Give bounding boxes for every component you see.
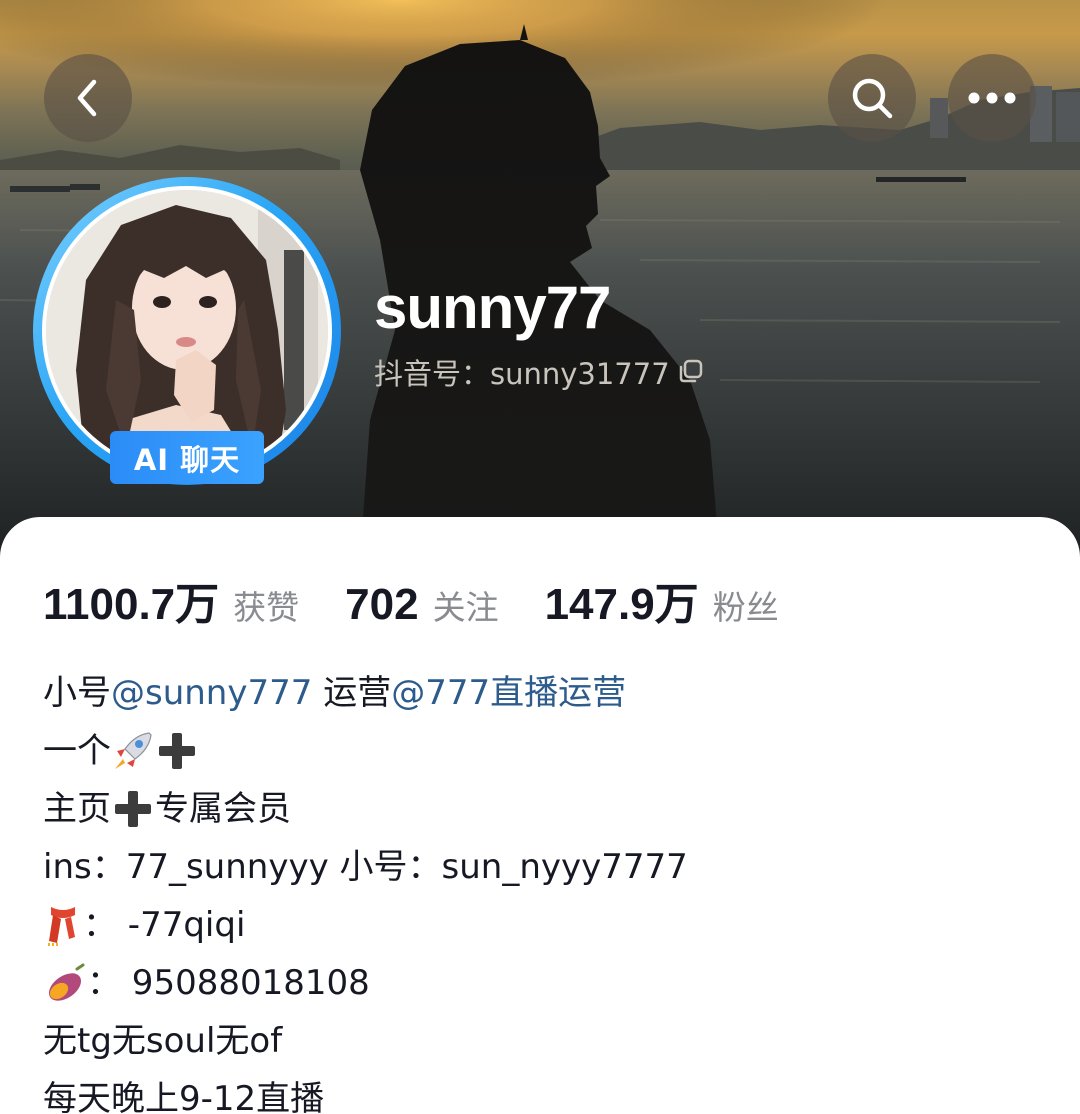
bio-line6-text: ： 95088018108 bbox=[87, 963, 370, 1003]
douyin-id-text: 抖音号：sunny31777 bbox=[374, 357, 670, 391]
bio-line-8: 每天晚上9-12直播 bbox=[43, 1079, 325, 1114]
more-dots-icon bbox=[968, 92, 1016, 104]
back-button[interactable] bbox=[44, 54, 132, 142]
scarf-icon bbox=[48, 907, 75, 946]
bio: 小号 @sunny777 运营 @777直播运营 一个 主页 专属会员 ins：… bbox=[43, 664, 1043, 1114]
sweet-potato-icon bbox=[48, 963, 85, 1001]
bio-line3-before: 主页 bbox=[43, 789, 111, 829]
bio-line-2: 一个 bbox=[43, 722, 1043, 780]
stat-likes-label: 获赞 bbox=[233, 588, 300, 627]
stat-followers[interactable]: 147.9万 粉丝 bbox=[545, 568, 779, 632]
avatar-photo bbox=[46, 190, 328, 472]
bio-line-1: 小号 @sunny777 运营 @777直播运营 bbox=[43, 664, 1043, 722]
bio-line3-after: 专属会员 bbox=[155, 789, 291, 829]
bio-line-4: ins：77_sunnyyy 小号：sun_nyyy7777 bbox=[43, 847, 688, 887]
stat-following[interactable]: 702 关注 bbox=[345, 580, 498, 630]
search-icon bbox=[852, 78, 893, 119]
chevron-left-icon bbox=[77, 79, 97, 117]
ai-chat-badge-label: AI 聊天 bbox=[133, 442, 241, 477]
more-button[interactable] bbox=[948, 54, 1036, 142]
stats-row: 1100.7万 获赞 702 关注 147.9万 粉丝 bbox=[43, 568, 779, 630]
rocket-icon bbox=[115, 732, 152, 769]
stat-following-label: 关注 bbox=[432, 588, 499, 627]
search-button[interactable] bbox=[828, 54, 916, 142]
bio-line-6: ： 95088018108 bbox=[43, 954, 1043, 1012]
ai-chat-badge[interactable]: AI 聊天 bbox=[110, 431, 264, 484]
stat-likes[interactable]: 1100.7万 获赞 bbox=[43, 568, 299, 632]
bio-line5-text: ： -77qiqi bbox=[83, 905, 246, 945]
profile-page: AI 聊天 sunny77 抖音号：sunny31777 1100.7万 获赞 … bbox=[0, 0, 1080, 1114]
bio-line1-middle: 运营 bbox=[312, 673, 392, 713]
douyin-id: 抖音号：sunny31777 bbox=[374, 352, 704, 396]
stat-followers-label: 粉丝 bbox=[712, 588, 779, 627]
plus-icon bbox=[115, 791, 151, 827]
bio-line2-text: 一个 bbox=[43, 731, 111, 771]
copy-icon[interactable] bbox=[678, 352, 704, 396]
plus-icon bbox=[159, 733, 195, 769]
mention-link-sunny777[interactable]: @sunny777 bbox=[111, 664, 312, 722]
stat-followers-value: 147.9万 bbox=[544, 580, 699, 629]
username: sunny77 bbox=[374, 274, 611, 341]
bio-line-3: 主页 专属会员 bbox=[43, 780, 1043, 838]
bio-line-7: 无tg无soul无of bbox=[43, 1021, 283, 1061]
bio-line1-prefix: 小号 bbox=[43, 673, 111, 713]
stat-following-value: 702 bbox=[345, 580, 419, 629]
mention-link-live-ops[interactable]: @777直播运营 bbox=[391, 664, 626, 722]
stat-likes-value: 1100.7万 bbox=[43, 580, 220, 629]
bio-line-5: ： -77qiqi bbox=[43, 896, 1043, 954]
